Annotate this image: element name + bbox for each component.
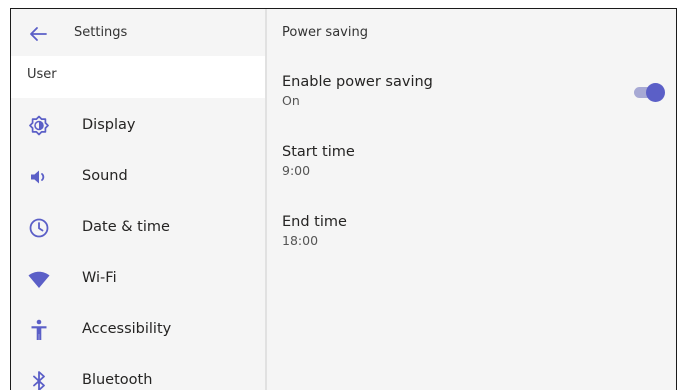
wifi-icon xyxy=(28,271,50,288)
section-label: User xyxy=(27,67,57,82)
sidebar-item-label: Display xyxy=(82,117,136,133)
setting-end-time[interactable]: End time 18:00 xyxy=(282,214,347,248)
settings-header: Settings xyxy=(11,9,265,57)
setting-title: Enable power saving xyxy=(282,74,433,90)
sidebar-section-user[interactable]: User xyxy=(11,56,265,98)
settings-title: Settings xyxy=(74,25,128,40)
sidebar-item-label: Bluetooth xyxy=(82,372,153,388)
sidebar-item-display[interactable]: Display xyxy=(11,101,265,152)
sidebar-item-label: Wi-Fi xyxy=(82,270,117,286)
sidebar-item-sound[interactable]: Sound xyxy=(11,152,265,203)
display-icon xyxy=(29,115,49,136)
toggle-knob xyxy=(646,83,665,102)
setting-value: On xyxy=(282,93,300,108)
sidebar-item-wifi[interactable]: Wi-Fi xyxy=(11,254,265,305)
setting-enable-power-saving[interactable]: Enable power saving On xyxy=(282,74,433,108)
bluetooth-icon xyxy=(33,371,45,390)
sidebar-item-label: Accessibility xyxy=(82,321,172,337)
sidebar: Settings User Display Sound Date & time … xyxy=(11,9,265,390)
setting-start-time[interactable]: Start time 9:00 xyxy=(282,144,355,178)
page-title: Power saving xyxy=(282,25,368,40)
setting-title: Start time xyxy=(282,144,355,160)
sidebar-item-accessibility[interactable]: Accessibility xyxy=(11,305,265,356)
sound-icon xyxy=(31,170,45,184)
sidebar-item-label: Sound xyxy=(82,168,128,184)
setting-title: End time xyxy=(282,214,347,230)
sidebar-item-date-time[interactable]: Date & time xyxy=(11,203,265,254)
power-saving-toggle[interactable] xyxy=(632,82,666,102)
settings-window: Settings User Display Sound Date & time … xyxy=(10,8,677,390)
power-saving-pane: Power saving Enable power saving On Star… xyxy=(267,9,676,390)
setting-value: 9:00 xyxy=(282,163,311,178)
back-arrow-icon[interactable] xyxy=(26,22,50,46)
clock-icon xyxy=(29,218,49,238)
sidebar-item-label: Date & time xyxy=(82,219,170,235)
accessibility-icon xyxy=(31,319,47,340)
sidebar-item-bluetooth[interactable]: Bluetooth xyxy=(11,356,265,390)
setting-value: 18:00 xyxy=(282,233,319,248)
